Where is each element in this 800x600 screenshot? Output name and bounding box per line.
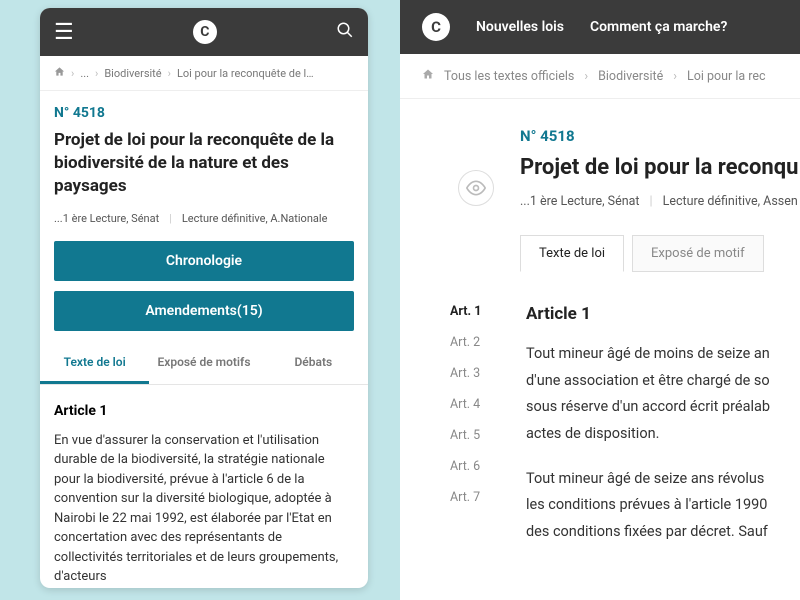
mobile-header: ☰ C: [40, 8, 368, 56]
law-number: N° 4518: [520, 127, 800, 145]
tabs: Texte de loi Exposé de motif: [520, 235, 800, 272]
article-nav: Art. 1 Art. 2 Art. 3 Art. 4 Art. 5 Art. …: [450, 304, 496, 546]
nav-comment-ca-marche[interactable]: Comment ça marche?: [590, 19, 727, 35]
breadcrumb-category[interactable]: Biodiversité: [598, 69, 663, 84]
article-line: sous réserve d'un accord écrit préalab: [526, 395, 800, 420]
breadcrumb: Tous les textes officiels › Biodiversité…: [400, 54, 800, 99]
article-section: Article 1 En vue d'assurer la conservati…: [54, 385, 354, 587]
amendments-button[interactable]: Amendements(15): [54, 291, 354, 331]
tab-texte[interactable]: Texte de loi: [40, 343, 149, 384]
chevron-right-icon: ›: [584, 69, 588, 84]
home-icon[interactable]: [54, 66, 65, 80]
artnav-5[interactable]: Art. 5: [450, 428, 496, 443]
chevron-right-icon: ›: [168, 67, 171, 80]
article-body: En vue d'assurer la conservation et l'ut…: [54, 431, 354, 587]
law-number: N° 4518: [54, 105, 354, 121]
article-text: Article 1 Tout mineur âgé de moins de se…: [526, 304, 800, 546]
breadcrumb-category[interactable]: Biodiversité: [104, 67, 161, 80]
desktop-panel: C Nouvelles lois Comment ça marche? Tous…: [400, 0, 800, 600]
artnav-6[interactable]: Art. 6: [450, 459, 496, 474]
tab-texte[interactable]: Texte de loi: [520, 235, 624, 272]
artnav-1[interactable]: Art. 1: [450, 304, 496, 319]
article-line: actes de disposition.: [526, 422, 800, 447]
article-line: les conditions prévues à l'article 1990: [526, 493, 800, 518]
article-title: Article 1: [54, 403, 354, 419]
home-icon[interactable]: [422, 68, 434, 84]
desktop-header: C Nouvelles lois Comment ça marche?: [400, 0, 800, 54]
tab-debats[interactable]: Débats: [259, 343, 368, 384]
tabs: Texte de loi Exposé de motifs Débats: [40, 343, 368, 385]
breadcrumb-current: Loi pour la rec: [687, 69, 766, 84]
title-block: N° 4518 Projet de loi pour la reconqu ..…: [520, 127, 800, 209]
logo-icon[interactable]: C: [193, 20, 217, 44]
article-area: Art. 1 Art. 2 Art. 3 Art. 4 Art. 5 Art. …: [450, 304, 800, 546]
search-icon[interactable]: [336, 21, 354, 43]
article-line: Tout mineur âgé de moins de seize an: [526, 342, 800, 367]
watch-icon[interactable]: [458, 170, 494, 206]
divider: |: [650, 194, 653, 209]
meta-reading-1: ...1 ère Lecture, Sénat: [520, 194, 640, 209]
mobile-content: N° 4518 Projet de loi pour la reconquête…: [40, 91, 368, 588]
artnav-7[interactable]: Art. 7: [450, 490, 496, 505]
article-line: Tout mineur âgé de seize ans révolus: [526, 467, 800, 492]
artnav-4[interactable]: Art. 4: [450, 397, 496, 412]
meta-row: ...1 ère Lecture, Sénat | Lecture défini…: [520, 194, 800, 209]
breadcrumb-current: Loi pour la reconquête de la biodiversi.…: [177, 67, 317, 80]
meta-reading-2: Lecture définitive, A.Nationale: [182, 212, 328, 225]
chevron-right-icon: ›: [95, 67, 98, 80]
logo-icon[interactable]: C: [422, 13, 450, 41]
breadcrumb: › ... › Biodiversité › Loi pour la recon…: [40, 56, 368, 91]
divider: |: [169, 212, 172, 225]
nav-nouvelles-lois[interactable]: Nouvelles lois: [476, 19, 564, 35]
desktop-main: N° 4518 Projet de loi pour la reconqu ..…: [400, 99, 800, 546]
meta-row: ...1 ère Lecture, Sénat | Lecture défini…: [54, 212, 354, 225]
chevron-right-icon: ›: [71, 67, 74, 80]
tab-expose[interactable]: Exposé de motifs: [149, 343, 258, 384]
artnav-3[interactable]: Art. 3: [450, 366, 496, 381]
chronology-button[interactable]: Chronologie: [54, 241, 354, 281]
meta-reading-2: Lecture définitive, Assen: [663, 194, 798, 209]
hamburger-icon[interactable]: ☰: [54, 20, 74, 45]
article-line: des conditions fixées par décret. Sauf: [526, 520, 800, 545]
page-title: Projet de loi pour la reconquête de la b…: [54, 129, 354, 198]
tab-expose[interactable]: Exposé de motif: [632, 235, 764, 272]
breadcrumb-all-texts[interactable]: Tous les textes officiels: [444, 69, 574, 84]
meta-reading-1: ...1 ère Lecture, Sénat: [54, 212, 159, 225]
breadcrumb-ellipsis[interactable]: ...: [80, 67, 89, 80]
artnav-2[interactable]: Art. 2: [450, 335, 496, 350]
mobile-device: ☰ C › ... › Biodiversité › Loi pour la r…: [40, 8, 368, 588]
page-title: Projet de loi pour la reconqu: [520, 155, 800, 180]
article-title: Article 1: [526, 304, 800, 324]
chevron-right-icon: ›: [673, 69, 677, 84]
article-line: d'une association et être chargé de so: [526, 369, 800, 394]
